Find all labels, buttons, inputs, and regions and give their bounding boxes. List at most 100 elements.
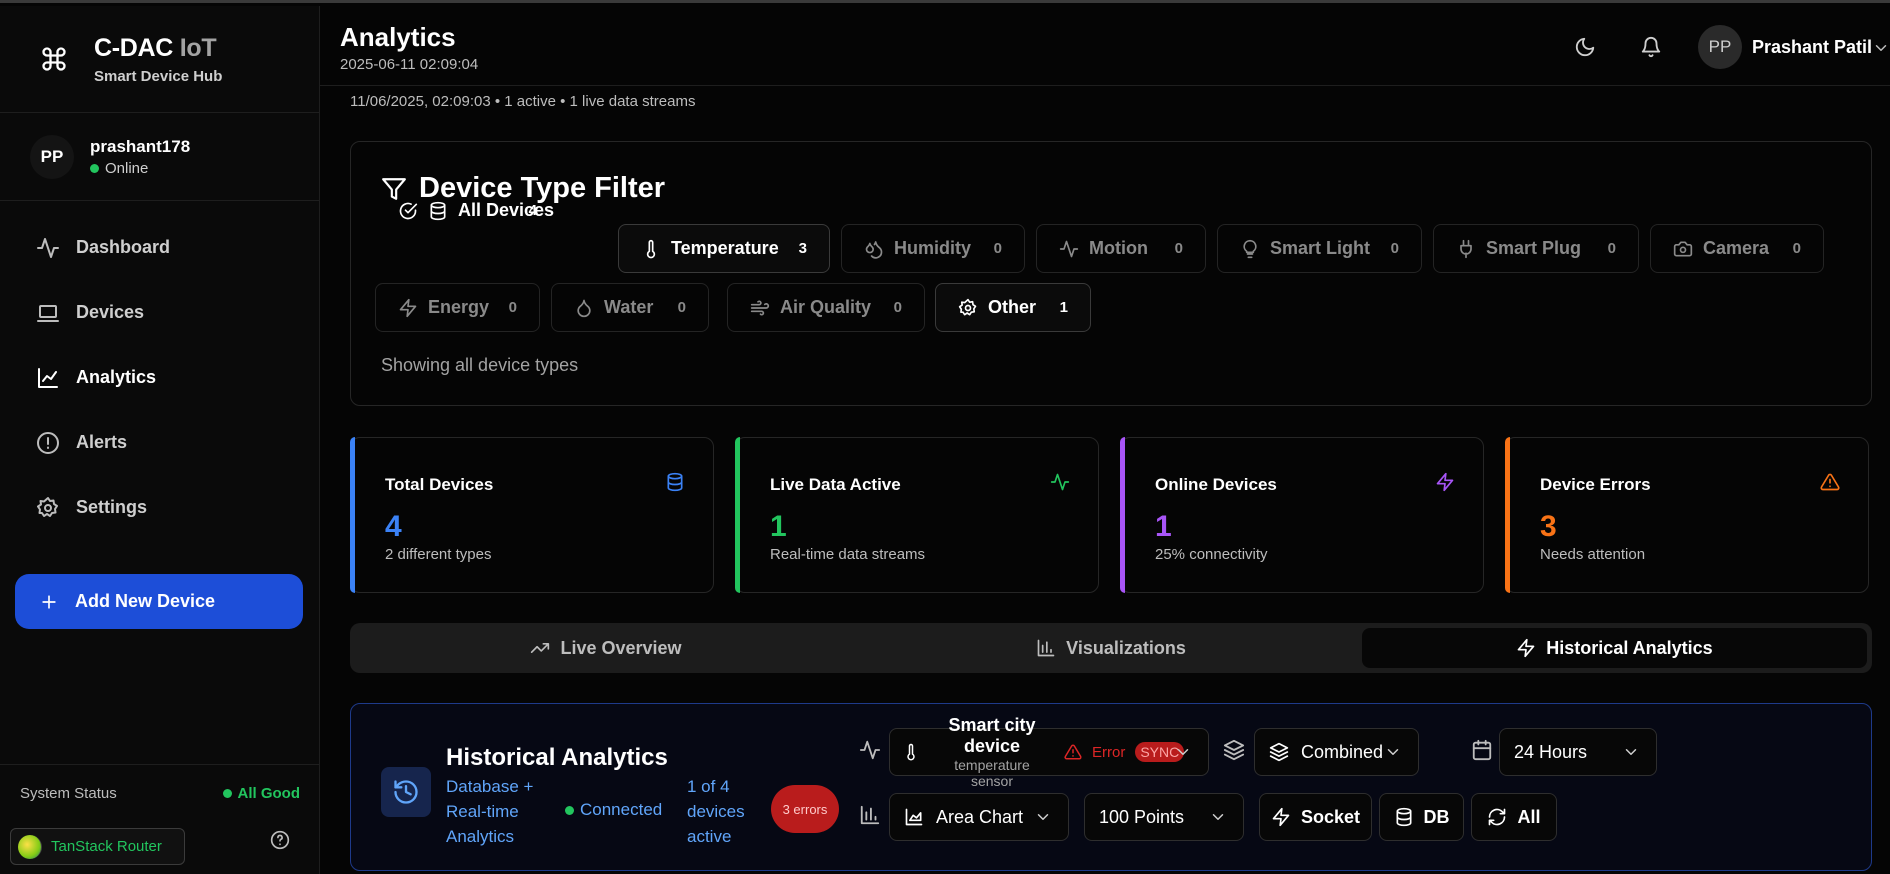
db-button[interactable]: DB xyxy=(1379,793,1464,841)
chevron-down-icon[interactable] xyxy=(1872,39,1890,57)
tanstack-logo-icon xyxy=(18,834,42,859)
filter-chip-air-quality[interactable]: Air Quality 0 xyxy=(727,283,925,332)
database-icon xyxy=(667,472,683,492)
moon-icon[interactable] xyxy=(1574,36,1596,58)
chip-count: 0 xyxy=(677,299,686,316)
device-select-label: Smart city device temperature sensor xyxy=(948,715,1036,789)
tanstack-devtools-button[interactable]: TanStack Router xyxy=(10,828,185,865)
sidebar-item-devices[interactable]: Devices xyxy=(0,280,319,345)
filter-chip-energy[interactable]: Energy 0 xyxy=(375,283,540,332)
zap-icon xyxy=(399,298,417,317)
chip-count: 0 xyxy=(1607,240,1616,257)
stat-sub: Real-time data streams xyxy=(770,546,926,563)
history-icon xyxy=(394,780,418,804)
chip-label: All Devices xyxy=(458,200,555,220)
device-type-filter: Device Type Filter All Devices 4 Tempera… xyxy=(350,141,1872,406)
gear-icon xyxy=(958,298,977,315)
chip-count: 0 xyxy=(893,299,902,316)
sidebar-item-alerts[interactable]: Alerts xyxy=(0,410,319,475)
sidebar-item-settings[interactable]: Settings xyxy=(0,475,319,540)
brand-name: C-DAC IoT xyxy=(94,33,217,62)
add-device-button[interactable]: Add New Device xyxy=(15,574,303,629)
socket-button[interactable]: Socket xyxy=(1259,793,1372,841)
mode-select[interactable]: Combined xyxy=(1254,728,1419,776)
chip-label: Other xyxy=(988,297,1037,317)
avatar: PP xyxy=(30,134,74,179)
filter-chip-other[interactable]: Other 1 xyxy=(935,283,1091,332)
stat-card-total-devices: Total Devices 4 2 different types xyxy=(350,437,714,593)
device-select[interactable]: Smart city device temperature sensor Err… xyxy=(889,715,1209,789)
chart-type-select[interactable]: Area Chart xyxy=(889,793,1069,841)
chip-label: Camera xyxy=(1703,238,1770,258)
top-header: Analytics 2025-06-11 02:09:04 PP Prashan… xyxy=(320,6,1890,86)
stat-label: Live Data Active xyxy=(770,475,901,494)
active-devices-text: 1 of 4 devices active xyxy=(687,777,745,846)
sidebar-item-label: Alerts xyxy=(76,432,128,452)
time-range-select[interactable]: 24 Hours xyxy=(1499,728,1657,776)
zap-icon xyxy=(1272,807,1290,827)
filter-chip-water[interactable]: Water 0 xyxy=(551,283,709,332)
laptop-icon xyxy=(37,304,59,322)
gear-icon xyxy=(37,496,58,517)
points-value: 100 Points xyxy=(1099,806,1185,827)
system-status-label: System Status xyxy=(20,785,117,802)
filter-chip-camera[interactable]: Camera 0 xyxy=(1650,224,1824,273)
stat-label: Online Devices xyxy=(1155,475,1277,494)
thermometer-icon xyxy=(646,239,656,258)
tab-historical-analytics[interactable]: Historical Analytics xyxy=(1362,628,1867,668)
analytics-summary: 11/06/2025, 02:09:03 • 1 active • 1 live… xyxy=(350,93,696,110)
calendar-icon xyxy=(1472,739,1492,761)
stat-card-online-devices: Online Devices 1 25% connectivity xyxy=(1120,437,1484,593)
chip-count: 0 xyxy=(1390,240,1399,257)
header-user-name[interactable]: Prashant Patil xyxy=(1752,37,1872,58)
all-button[interactable]: All xyxy=(1471,793,1557,841)
sidebar-item-label: Devices xyxy=(76,302,145,322)
brand-tagline: Smart Device Hub xyxy=(94,67,223,85)
time-range-value: 24 Hours xyxy=(1514,741,1588,762)
line-chart-icon xyxy=(38,367,58,388)
filter-chip-temperature[interactable]: Temperature 3 xyxy=(618,224,830,273)
activity-icon xyxy=(37,237,59,258)
brand[interactable]: C-DAC IoT Smart Device Hub xyxy=(0,6,319,113)
chip-label: Humidity xyxy=(894,238,972,258)
chip-label: Water xyxy=(604,297,654,317)
help-icon[interactable] xyxy=(270,830,290,850)
chip-count: 0 xyxy=(1792,240,1801,257)
filter-chip-all-devices[interactable]: All Devices 4 xyxy=(375,186,560,235)
chip-label: Smart Plug xyxy=(1486,238,1582,258)
alert-circle-icon xyxy=(37,431,59,454)
sidebar-item-dashboard[interactable]: Dashboard xyxy=(0,215,319,280)
activity-icon xyxy=(1059,240,1079,257)
chevron-down-icon xyxy=(1212,814,1224,820)
points-select[interactable]: 100 Points xyxy=(1084,793,1244,841)
stat-value: 4 xyxy=(385,510,402,543)
user-card[interactable]: PP prashant178 Online xyxy=(0,113,319,201)
check-circle-icon xyxy=(399,202,418,219)
tab-live-overview[interactable]: Live Overview xyxy=(355,628,857,668)
bar-chart-icon xyxy=(860,805,880,825)
filter-chip-motion[interactable]: Motion 0 xyxy=(1036,224,1206,273)
chip-label: Motion xyxy=(1089,238,1148,258)
stat-label: Device Errors xyxy=(1540,475,1651,494)
chevron-down-icon xyxy=(1177,749,1189,755)
chart-type-value: Area Chart xyxy=(936,806,1024,827)
layers-icon xyxy=(1223,739,1245,761)
layers-icon xyxy=(1269,742,1289,762)
chip-count: 1 xyxy=(1059,299,1068,316)
stat-sub: 2 different types xyxy=(385,546,492,563)
sidebar: C-DAC IoT Smart Device Hub PP prashant17… xyxy=(0,6,320,874)
sidebar-item-analytics[interactable]: Analytics xyxy=(0,345,319,410)
chip-label: Smart Light xyxy=(1270,238,1371,258)
chip-count: 0 xyxy=(993,240,1002,257)
bell-icon[interactable] xyxy=(1640,36,1662,58)
lightbulb-icon xyxy=(1243,239,1257,258)
filter-chip-smart-plug[interactable]: Smart Plug 0 xyxy=(1433,224,1639,273)
stat-sub: Needs attention xyxy=(1540,546,1646,563)
filter-chip-smart-light[interactable]: Smart Light 0 xyxy=(1217,224,1422,273)
database-icon xyxy=(1396,807,1411,827)
thermometer-icon xyxy=(907,743,915,761)
tab-visualizations[interactable]: Visualizations xyxy=(860,628,1362,668)
filter-chip-humidity[interactable]: Humidity 0 xyxy=(841,224,1025,273)
chip-count: 0 xyxy=(1174,240,1183,257)
header-avatar[interactable]: PP xyxy=(1698,25,1742,69)
